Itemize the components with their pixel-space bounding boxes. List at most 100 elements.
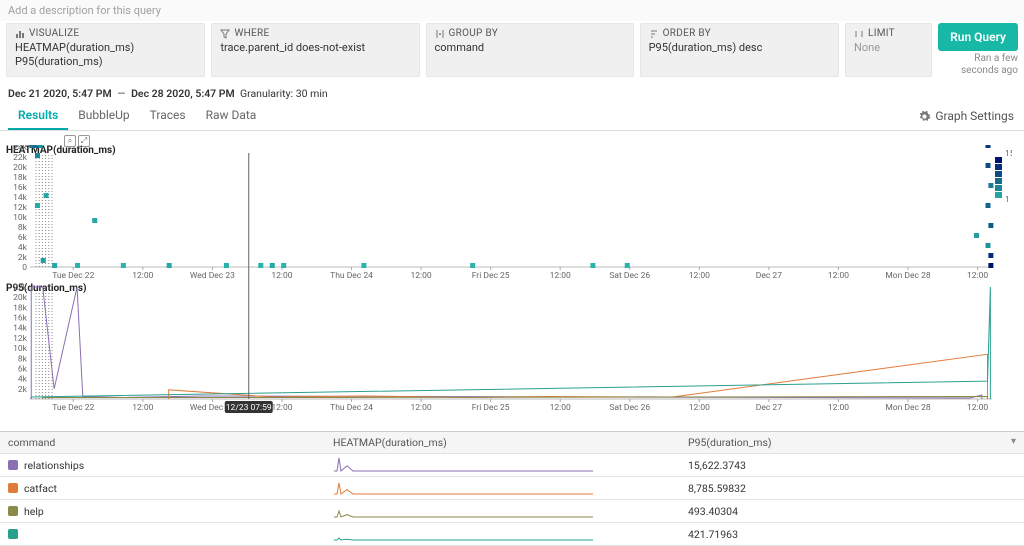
sort-icon: [649, 29, 659, 39]
granularity-label: Granularity:: [240, 87, 293, 100]
visualize-icon: [15, 29, 25, 39]
clause-label: GROUP BY: [449, 28, 499, 39]
graph-settings-button[interactable]: Graph Settings: [916, 103, 1016, 129]
svg-text:14k: 14k: [13, 193, 28, 203]
query-description-input[interactable]: Add a description for this query: [0, 0, 1024, 21]
query-builder: VISUALIZE HEATMAP(duration_ms) P95(durat…: [0, 21, 1024, 83]
clause-label: VISUALIZE: [29, 28, 79, 39]
svg-text:Dec 27: Dec 27: [756, 403, 782, 413]
results-table: command HEATMAP(duration_ms) P95(duratio…: [0, 431, 1024, 546]
group-icon: [435, 29, 445, 39]
series-color-swatch: [8, 483, 18, 493]
col-header-command[interactable]: command: [0, 432, 325, 453]
graph-settings-label: Graph Settings: [935, 109, 1014, 123]
col-header-heatmap[interactable]: HEATMAP(duration_ms): [325, 432, 680, 453]
svg-text:12:00: 12:00: [550, 271, 571, 281]
svg-text:2k: 2k: [18, 253, 28, 263]
svg-text:24k: 24k: [13, 145, 28, 153]
charts-svg[interactable]: HEATMAP(duration_ms)02k4k6k8k10k12k14k16…: [6, 145, 1012, 427]
table-header-row: command HEATMAP(duration_ms) P95(duratio…: [0, 432, 1024, 454]
command-name: relationships: [24, 459, 84, 472]
tab-results[interactable]: Results: [8, 102, 68, 130]
gear-icon: [918, 110, 931, 123]
clause-label: ORDER BY: [663, 28, 711, 39]
series-color-swatch: [8, 460, 18, 470]
filter-icon: [220, 29, 230, 39]
svg-text:8k: 8k: [18, 223, 28, 233]
clause-limit[interactable]: LIMIT None: [845, 23, 932, 77]
tab-rawdata[interactable]: Raw Data: [196, 102, 267, 130]
svg-text:8k: 8k: [18, 354, 28, 364]
dash: —: [117, 87, 125, 100]
table-row[interactable]: 421.71963: [0, 523, 1024, 546]
svg-text:Dec 27: Dec 27: [756, 271, 782, 281]
result-tabs: Results BubbleUp Traces Raw Data Graph S…: [0, 102, 1024, 131]
table-row[interactable]: catfact8,785.59832: [0, 477, 1024, 500]
svg-text:Mon Dec 28: Mon Dec 28: [885, 271, 930, 281]
tab-bubbleup[interactable]: BubbleUp: [68, 102, 139, 130]
svg-text:12:00: 12:00: [271, 403, 292, 413]
p95-value: 493.40304: [680, 502, 1024, 521]
svg-text:18k: 18k: [13, 303, 28, 313]
svg-text:Wed Dec 23: Wed Dec 23: [190, 271, 235, 281]
svg-text:12:00: 12:00: [132, 403, 153, 413]
tab-traces[interactable]: Traces: [140, 102, 196, 130]
limit-icon: [854, 29, 864, 39]
svg-text:12:00: 12:00: [689, 403, 710, 413]
svg-text:22k: 22k: [13, 153, 28, 163]
chart-area: ⌕ ⤢ HEATMAP(duration_ms)02k4k6k8k10k12k1…: [0, 131, 1024, 427]
table-row[interactable]: relationships 15,622.3743: [0, 454, 1024, 477]
svg-text:Sat Dec 26: Sat Dec 26: [609, 271, 650, 281]
command-name: help: [24, 505, 44, 518]
clause-label: LIMIT: [868, 28, 895, 39]
svg-text:Thu Dec 24: Thu Dec 24: [330, 271, 373, 281]
svg-text:12:00: 12:00: [132, 271, 153, 281]
svg-text:16k: 16k: [13, 314, 28, 324]
svg-text:12k: 12k: [13, 203, 28, 213]
svg-text:12k: 12k: [13, 334, 28, 344]
svg-text:Tue Dec 22: Tue Dec 22: [52, 403, 94, 413]
sparkline-cell: [325, 523, 680, 545]
svg-text:10k: 10k: [13, 213, 28, 223]
clause-orderby[interactable]: ORDER BY P95(duration_ms) desc: [640, 23, 839, 77]
svg-text:4k: 4k: [18, 375, 28, 385]
clause-body: HEATMAP(duration_ms) P95(duration_ms): [15, 41, 196, 69]
time-to: Dec 28 2020, 5:47 PM: [131, 87, 235, 100]
clause-groupby[interactable]: GROUP BY command: [426, 23, 634, 77]
svg-text:Fri Dec 25: Fri Dec 25: [472, 271, 510, 281]
svg-text:1: 1: [1005, 195, 1010, 205]
clause-body: P95(duration_ms) desc: [649, 41, 830, 55]
clause-body: trace.parent_id does-not-exist: [220, 41, 410, 55]
time-range-display[interactable]: Dec 21 2020, 5:47 PM — Dec 28 2020, 5:47…: [0, 83, 1024, 102]
clause-visualize[interactable]: VISUALIZE HEATMAP(duration_ms) P95(durat…: [6, 23, 205, 77]
run-query-button[interactable]: Run Query: [938, 23, 1018, 51]
svg-text:20k: 20k: [13, 163, 28, 173]
svg-text:Mon Dec 28: Mon Dec 28: [885, 403, 930, 413]
svg-text:18k: 18k: [13, 173, 28, 183]
svg-text:22k: 22k: [13, 283, 28, 293]
svg-text:12:00: 12:00: [271, 271, 292, 281]
svg-text:10k: 10k: [13, 344, 28, 354]
svg-text:12:00: 12:00: [828, 403, 849, 413]
col-header-p95-label: P95(duration_ms): [688, 436, 772, 449]
svg-text:16k: 16k: [13, 183, 28, 193]
clause-body: None: [854, 41, 923, 55]
clause-body: command: [435, 41, 625, 55]
time-from: Dec 21 2020, 5:47 PM: [8, 87, 112, 100]
svg-text:Fri Dec 25: Fri Dec 25: [472, 403, 510, 413]
col-header-p95[interactable]: P95(duration_ms) ▾: [680, 432, 1024, 453]
svg-text:4k: 4k: [18, 243, 28, 253]
svg-text:2k: 2k: [18, 385, 28, 395]
p95-value: 8,785.59832: [680, 479, 1024, 498]
svg-text:6k: 6k: [18, 233, 28, 243]
clause-where[interactable]: WHERE trace.parent_id does-not-exist: [211, 23, 419, 77]
sort-indicator-icon: ▾: [1011, 436, 1016, 447]
p95-value: 15,622.3743: [680, 456, 1024, 475]
svg-text:12:00: 12:00: [411, 403, 432, 413]
svg-text:0: 0: [22, 263, 27, 273]
run-hint: Ran a few seconds ago: [961, 53, 1018, 77]
p95-value: 421.71963: [680, 525, 1024, 544]
svg-text:6k: 6k: [18, 364, 28, 374]
table-row[interactable]: help 493.40304: [0, 500, 1024, 523]
svg-text:12:00: 12:00: [967, 403, 988, 413]
